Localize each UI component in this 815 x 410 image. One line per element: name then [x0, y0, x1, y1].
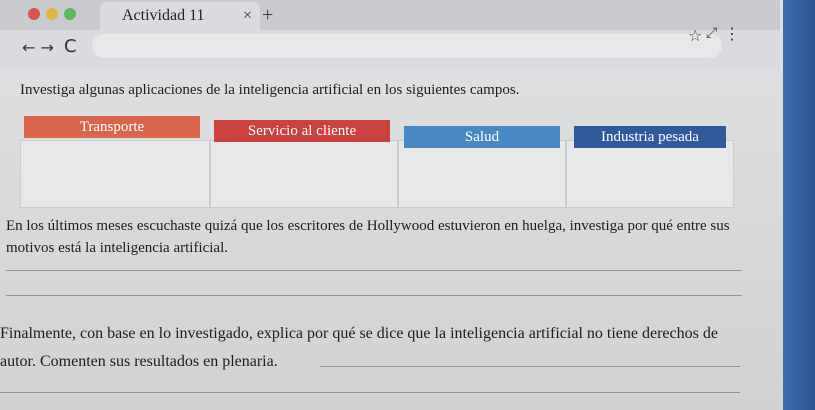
answer-cell-salud[interactable] — [398, 140, 566, 208]
category-servicio-al-cliente: Servicio al cliente — [214, 120, 390, 142]
worksheet-page: Actividad 11 × + ← → C ⤢ ☆ ⋮ Investiga a… — [0, 0, 800, 410]
back-forward-icon[interactable]: ← → — [22, 38, 54, 57]
question-hollywood: En los últimos meses escuchaste quizá qu… — [6, 218, 730, 256]
answer-line[interactable] — [6, 295, 742, 296]
address-bar[interactable] — [92, 34, 722, 58]
close-window-icon[interactable] — [28, 8, 40, 20]
answer-cell-transporte[interactable] — [20, 140, 210, 208]
category-transporte: Transporte — [24, 116, 200, 138]
question-derechos-autor: Finalmente, con base en lo investigado, … — [0, 325, 718, 370]
minimize-window-icon[interactable] — [46, 8, 58, 20]
answer-line[interactable] — [320, 366, 740, 367]
tab-title: Actividad 11 — [122, 7, 205, 24]
background-edge — [783, 0, 815, 410]
answer-cell-servicio[interactable] — [210, 140, 398, 208]
instruction-text: Investiga algunas aplicaciones de la int… — [20, 82, 520, 98]
answer-line[interactable] — [0, 392, 740, 393]
maximize-window-icon[interactable] — [64, 8, 76, 20]
menu-icon[interactable]: ⋮ — [724, 24, 740, 43]
tab-close-icon[interactable]: × — [243, 7, 252, 25]
category-salud: Salud — [404, 126, 560, 148]
new-tab-icon[interactable]: + — [262, 4, 273, 27]
category-industria-pesada: Industria pesada — [574, 126, 726, 148]
browser-titlebar: Actividad 11 × + — [0, 0, 780, 30]
reload-icon[interactable]: C — [64, 36, 77, 57]
bookmark-star-icon[interactable]: ☆ — [688, 26, 702, 45]
browser-tab[interactable]: Actividad 11 × — [100, 2, 260, 30]
resize-icon[interactable]: ⤢ — [706, 26, 717, 42]
answer-line[interactable] — [6, 270, 742, 271]
browser-navbar: ← → C — [0, 30, 780, 70]
answer-cell-industria[interactable] — [566, 140, 734, 208]
